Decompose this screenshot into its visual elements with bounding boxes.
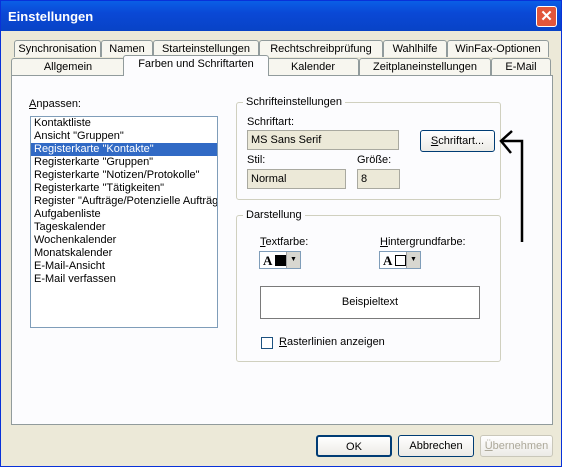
gridlines-access-key: R xyxy=(279,336,287,348)
list-item[interactable]: Monatskalender xyxy=(31,247,217,260)
tab-e-mail[interactable]: E-Mail xyxy=(491,58,551,75)
apply-button-text: bernehmen xyxy=(492,440,549,452)
chevron-down-icon[interactable]: ▼ xyxy=(406,252,420,268)
list-item-selected[interactable]: Registerkarte "Kontakte" xyxy=(31,143,217,156)
tab-winfax-optionen[interactable]: WinFax-Optionen xyxy=(447,40,549,57)
ok-button[interactable]: OK xyxy=(316,435,392,457)
apply-access-key: Ü xyxy=(484,440,493,452)
apply-button[interactable]: Übernehmen xyxy=(480,435,553,457)
style-label: Stil: xyxy=(247,154,266,166)
font-label: Schriftart: xyxy=(247,116,295,128)
gridlines-label-text: asterlinien anzeigen xyxy=(286,336,385,348)
tab-zeitplaneinstellungen[interactable]: Zeitplaneinstellungen xyxy=(359,58,491,75)
text-color-picker[interactable]: A ▼ xyxy=(259,251,301,269)
size-label: Größe: xyxy=(357,154,392,166)
list-item[interactable]: E-Mail verfassen xyxy=(31,273,217,286)
sample-text-box: Beispieltext xyxy=(260,286,480,319)
list-item[interactable]: Registerkarte "Notizen/Protokolle" xyxy=(31,169,217,182)
close-icon: ✕ xyxy=(540,8,553,25)
bg-color-swatch xyxy=(395,255,406,266)
window-title: Einstellungen xyxy=(8,9,94,24)
bg-color-label-text: intergrundfarbe: xyxy=(387,236,466,248)
tab-allgemein[interactable]: Allgemein xyxy=(11,58,125,75)
list-item[interactable]: Tageskalender xyxy=(31,221,217,234)
customize-listbox[interactable]: Kontaktliste Ansicht "Gruppen" Registerk… xyxy=(30,116,218,328)
customize-label-text: npassen: xyxy=(36,98,81,110)
display-title: Darstellung xyxy=(243,209,305,221)
text-color-label-text: extfarbe: xyxy=(265,236,309,248)
list-item[interactable]: Wochenkalender xyxy=(31,234,217,247)
size-field: 8 xyxy=(357,169,400,189)
display-group: Darstellung Textfarbe: A ▼ Hintergrundfa… xyxy=(236,209,501,362)
list-item[interactable]: Aufgabenliste xyxy=(31,208,217,221)
font-settings-title: Schrifteinstellungen xyxy=(243,96,346,108)
text-color-label: Textfarbe: xyxy=(260,236,308,248)
gridlines-label[interactable]: Rasterlinien anzeigen xyxy=(279,336,385,348)
list-item[interactable]: Registerkarte "Tätigkeiten" xyxy=(31,182,217,195)
tab-wahlhilfe[interactable]: Wahlhilfe xyxy=(383,40,447,57)
font-settings-group: Schrifteinstellungen Schriftart: MS Sans… xyxy=(236,96,501,200)
list-item[interactable]: Ansicht "Gruppen" xyxy=(31,130,217,143)
tab-kalender[interactable]: Kalender xyxy=(267,58,359,75)
settings-dialog: Einstellungen ✕ Synchronisation Namen St… xyxy=(0,0,562,467)
bg-color-label: Hintergrundfarbe: xyxy=(380,236,466,248)
font-button[interactable]: Schriftart... xyxy=(420,130,495,152)
tab-synchronisation[interactable]: Synchronisation xyxy=(14,40,101,57)
style-field: Normal xyxy=(247,169,346,189)
tab-rechtschreibpruefung[interactable]: Rechtschreibprüfung xyxy=(259,40,383,57)
list-item[interactable]: Register "Aufträge/Potenzielle Aufträge" xyxy=(31,195,217,208)
font-color-icon: A xyxy=(383,253,393,268)
tab-farben-und-schriftarten[interactable]: Farben und Schriftarten xyxy=(123,55,269,76)
chevron-down-icon[interactable]: ▼ xyxy=(286,252,300,268)
annotation-arrow-icon xyxy=(499,130,524,242)
list-item[interactable]: Registerkarte "Gruppen" xyxy=(31,156,217,169)
title-bar[interactable]: Einstellungen ✕ xyxy=(1,1,561,31)
bg-color-picker[interactable]: A ▼ xyxy=(379,251,421,269)
font-color-icon: A xyxy=(263,253,273,268)
close-button[interactable]: ✕ xyxy=(536,6,557,27)
list-item[interactable]: E-Mail-Ansicht xyxy=(31,260,217,273)
bg-color-access-key: H xyxy=(380,236,388,248)
font-field: MS Sans Serif xyxy=(247,130,399,150)
font-button-text: chriftart... xyxy=(438,135,485,147)
tab-panel: Anpassen: Kontaktliste Ansicht "Gruppen"… xyxy=(11,75,553,425)
sample-text: Beispieltext xyxy=(341,296,399,308)
gridlines-checkbox[interactable] xyxy=(261,337,273,349)
list-item[interactable]: Kontaktliste xyxy=(31,117,217,130)
text-color-swatch xyxy=(275,255,286,266)
customize-label: Anpassen: xyxy=(29,98,81,110)
cancel-button[interactable]: Abbrechen xyxy=(398,435,474,457)
